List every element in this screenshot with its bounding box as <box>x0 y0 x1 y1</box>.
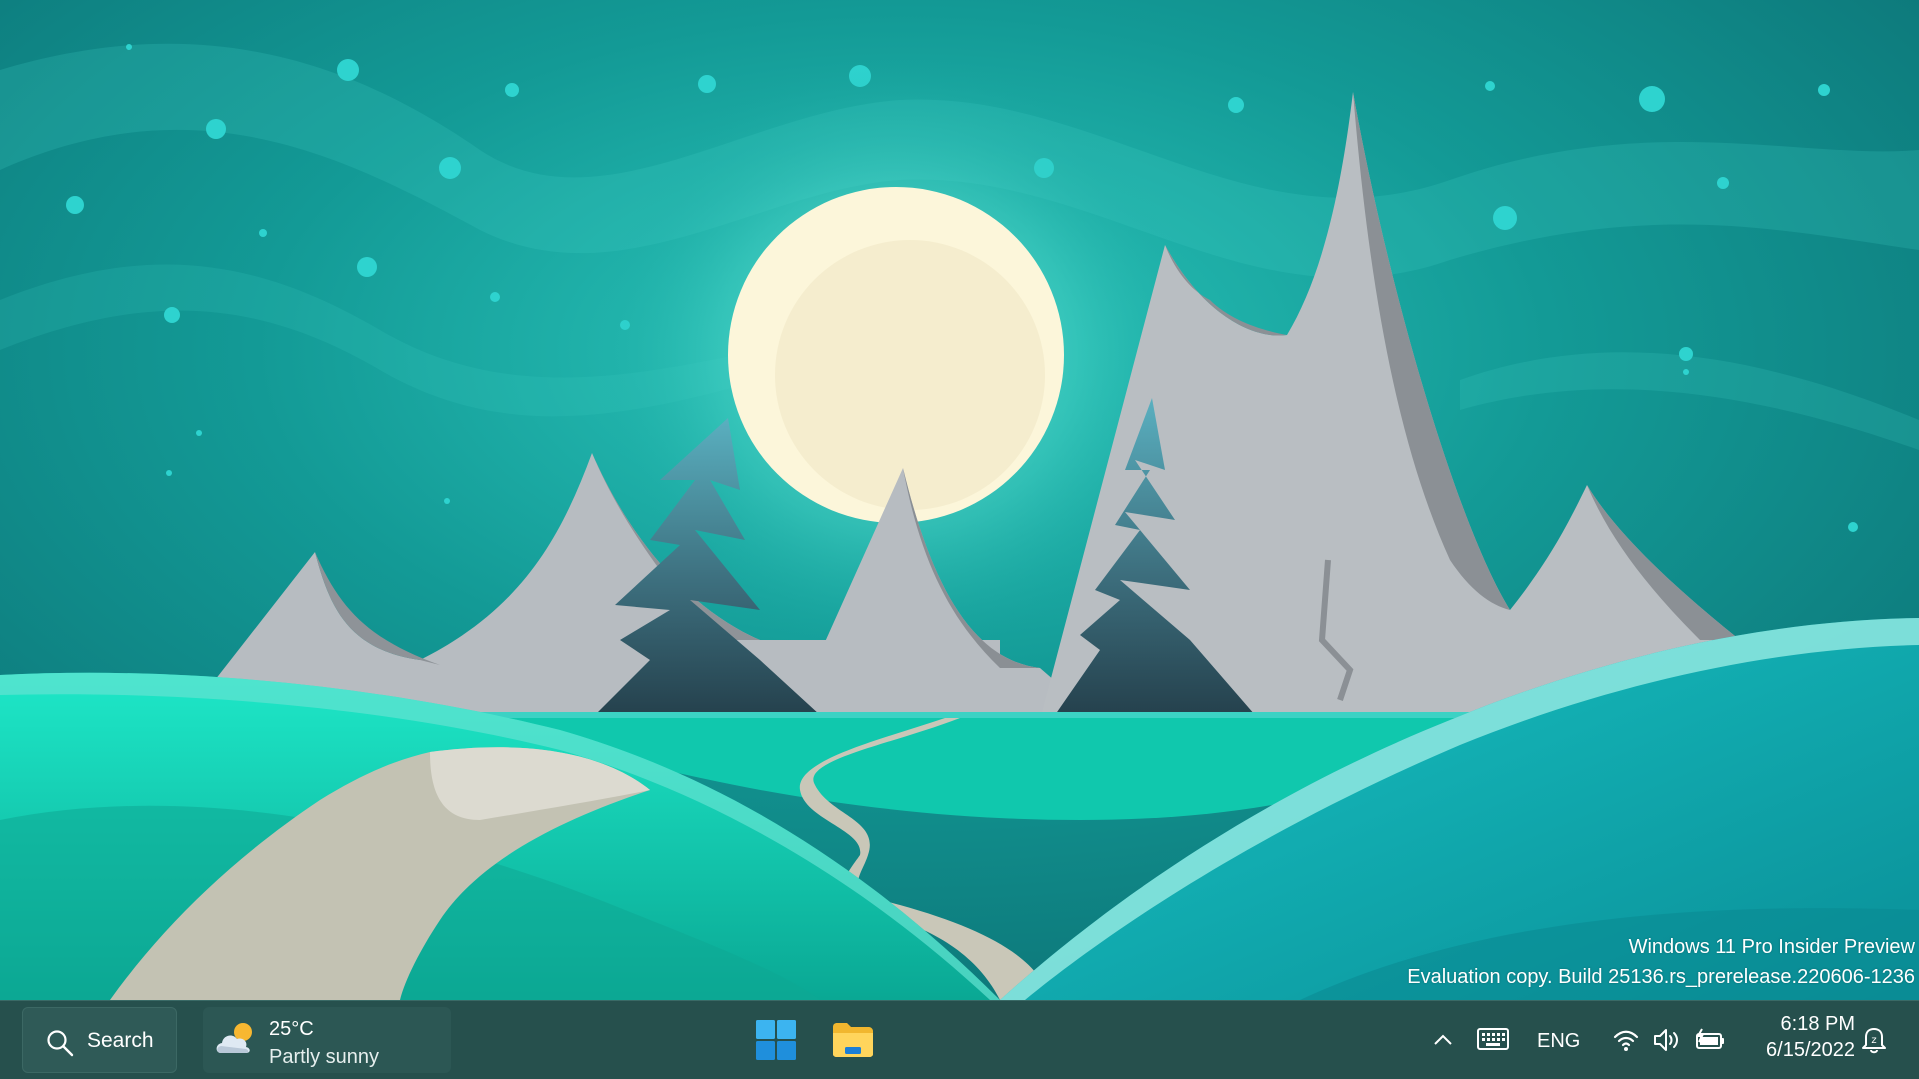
wallpaper-landscape <box>0 0 1919 1000</box>
desktop[interactable]: Windows 11 Pro Insider Preview Evaluatio… <box>0 0 1919 1000</box>
chevron-up-icon[interactable] <box>1432 1029 1454 1051</box>
notification-bell-icon[interactable]: z <box>1860 1025 1888 1055</box>
taskbar: Search 25°C Partly sunny ENG 6:18 PM 6/1… <box>0 1000 1919 1079</box>
folder-icon <box>833 1023 873 1057</box>
clock-date: 6/15/2022 <box>1766 1039 1855 1061</box>
watermark-build: Evaluation copy. Build 25136.rs_prerelea… <box>1407 966 1915 988</box>
file-explorer-button[interactable] <box>824 1007 882 1073</box>
search-button[interactable]: Search <box>22 1007 177 1073</box>
battery-icon[interactable] <box>1694 1027 1726 1053</box>
touch-keyboard-icon[interactable] <box>1476 1026 1510 1052</box>
clock-time: 6:18 PM <box>1780 1013 1855 1035</box>
input-language[interactable]: ENG <box>1537 1029 1580 1053</box>
wifi-icon[interactable] <box>1612 1027 1640 1053</box>
search-icon <box>47 1030 74 1057</box>
evaluation-watermark: Windows 11 Pro Insider Preview Evaluatio… <box>1407 932 1915 992</box>
system-clock[interactable]: 6:18 PM 6/15/2022 <box>1766 1011 1855 1063</box>
weather-condition: Partly sunny <box>269 1046 380 1068</box>
watermark-edition: Windows 11 Pro Insider Preview <box>1628 936 1915 958</box>
weather-temperature: 25°C <box>269 1018 314 1040</box>
weather-widget[interactable]: 25°C Partly sunny <box>203 1007 451 1073</box>
svg-text:z: z <box>1871 1035 1876 1046</box>
search-label: Search <box>87 1029 154 1052</box>
volume-icon[interactable] <box>1652 1027 1682 1053</box>
partly-sunny-icon <box>216 1023 252 1053</box>
windows-start-icon <box>756 1020 796 1060</box>
start-button[interactable] <box>748 1007 806 1073</box>
